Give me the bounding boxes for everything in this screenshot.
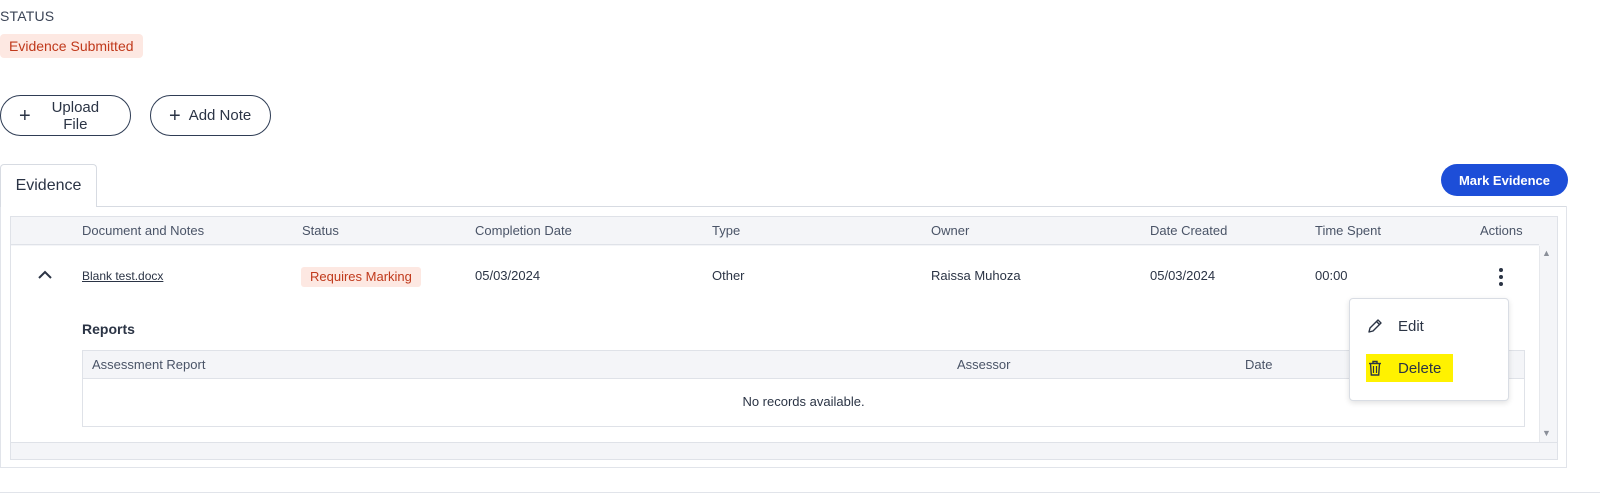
plus-icon: + — [19, 104, 31, 127]
add-note-label: Add Note — [188, 107, 252, 124]
status-label: STATUS — [0, 8, 55, 24]
column-header-completion-date[interactable]: Completion Date — [475, 223, 572, 238]
no-records-message: No records available. — [742, 394, 865, 409]
document-link[interactable]: Blank test.docx — [82, 269, 163, 283]
plus-icon: + — [169, 104, 181, 127]
trash-icon — [1369, 360, 1381, 376]
column-header-document[interactable]: Document and Notes — [82, 223, 204, 238]
reports-table-header — [83, 351, 1524, 379]
column-header-date-created[interactable]: Date Created — [1150, 223, 1227, 238]
status-badge: Evidence Submitted — [0, 34, 143, 58]
page-divider — [0, 492, 1600, 493]
menu-item-edit-label: Edit — [1398, 317, 1424, 335]
add-note-button[interactable]: + Add Note — [150, 95, 271, 136]
column-header-actions: Actions — [1480, 223, 1523, 238]
column-header-assessor[interactable]: Assessor — [957, 357, 1010, 372]
reports-title: Reports — [82, 321, 135, 337]
completion-date-cell: 05/03/2024 — [475, 268, 541, 283]
date-created-cell: 05/03/2024 — [1150, 268, 1216, 283]
menu-item-delete-label: Delete — [1398, 359, 1442, 377]
grid-footer — [11, 442, 1557, 459]
pencil-icon — [1368, 319, 1382, 333]
tab-evidence[interactable]: Evidence — [0, 164, 97, 207]
mark-evidence-button[interactable]: Mark Evidence — [1441, 164, 1568, 196]
time-spent-cell: 00:00 — [1315, 268, 1348, 283]
owner-cell: Raissa Muhoza — [931, 268, 1021, 283]
column-header-status[interactable]: Status — [302, 223, 339, 238]
grid-scrollbar[interactable] — [1539, 246, 1557, 442]
column-header-owner[interactable]: Owner — [931, 223, 969, 238]
column-header-assessment-report[interactable]: Assessment Report — [92, 357, 205, 372]
column-header-time-spent[interactable]: Time Spent — [1315, 223, 1381, 238]
requires-marking-badge: Requires Marking — [301, 267, 421, 287]
grid-header — [11, 217, 1539, 245]
chevron-up-icon[interactable] — [36, 266, 54, 284]
upload-file-button[interactable]: + Upload File — [0, 95, 131, 136]
actions-context-menu: Edit Delete — [1349, 298, 1509, 401]
menu-item-delete[interactable]: Delete — [1366, 354, 1454, 382]
column-header-type[interactable]: Type — [712, 223, 740, 238]
column-header-date[interactable]: Date — [1245, 357, 1272, 372]
scroll-up-icon[interactable]: ▲ — [1542, 248, 1551, 258]
type-cell: Other — [712, 268, 745, 283]
upload-file-label: Upload File — [51, 98, 100, 133]
scroll-down-icon[interactable]: ▼ — [1542, 428, 1551, 438]
menu-item-edit[interactable]: Edit — [1366, 312, 1424, 340]
kebab-menu-icon[interactable] — [1494, 266, 1508, 288]
